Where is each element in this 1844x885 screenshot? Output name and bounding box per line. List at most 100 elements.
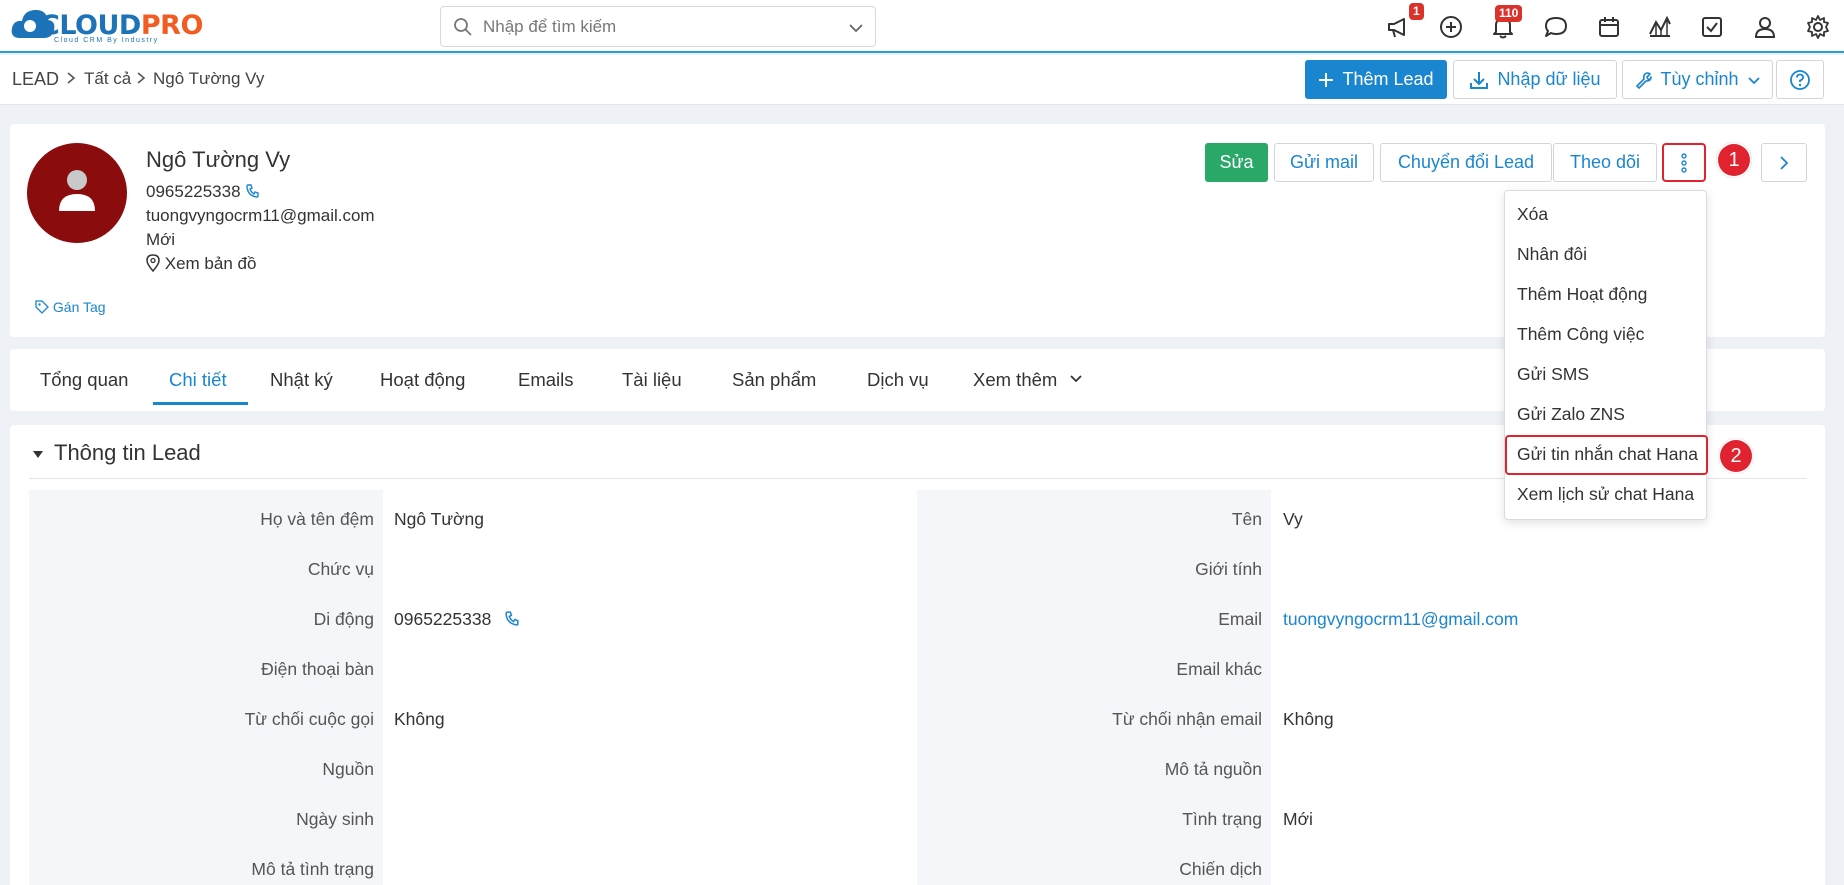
cloudpro-logo[interactable]: CLOUDPRO Cloud CRM By Industry xyxy=(10,4,203,46)
vertical-dots-icon xyxy=(1681,153,1687,173)
field-label: Họ và tên đệm xyxy=(260,509,374,529)
import-label: Nhập dữ liệu xyxy=(1497,69,1601,89)
lead-status: Mới xyxy=(146,230,176,249)
help-button[interactable] xyxy=(1776,60,1824,99)
field-value[interactable]: Mới xyxy=(1283,809,1313,830)
add-circle-icon[interactable] xyxy=(1438,14,1464,40)
chevron-right-icon xyxy=(67,72,76,84)
announce-badge: 1 xyxy=(1409,3,1424,20)
menu-item-send-hana-chat[interactable]: Gửi tin nhắn chat Hana xyxy=(1517,444,1698,465)
assign-tag-link[interactable]: Gán Tag xyxy=(35,299,106,315)
calendar-icon[interactable] xyxy=(1596,14,1622,40)
menu-item-add-activity[interactable]: Thêm Hoạt động xyxy=(1517,284,1647,305)
chat-icon[interactable] xyxy=(1543,14,1569,40)
report-chart-icon[interactable] xyxy=(1647,14,1673,40)
breadcrumb-current: Ngô Tường Vy xyxy=(153,69,265,88)
step-marker-2: 2 xyxy=(1718,438,1754,474)
chevron-right-icon xyxy=(1780,155,1789,170)
field-value[interactable]: Ngô Tường xyxy=(394,509,484,530)
field-label: Chức vụ xyxy=(307,559,374,579)
lead-phone[interactable]: 0965225338 xyxy=(146,182,241,201)
caret-down-icon[interactable] xyxy=(32,450,44,460)
breadcrumb-all[interactable]: Tất cả xyxy=(84,69,131,89)
field-label: Email xyxy=(1218,609,1262,629)
search-input[interactable]: Nhập để tìm kiếm xyxy=(483,17,616,37)
field-label: Tình trạng xyxy=(1182,809,1262,829)
customize-label: Tùy chỉnh xyxy=(1660,69,1739,89)
tab-emails[interactable]: Emails xyxy=(518,369,574,391)
menu-item-send-zalo-zns[interactable]: Gửi Zalo ZNS xyxy=(1517,404,1625,425)
breadcrumb-module[interactable]: LEAD xyxy=(12,69,59,90)
tag-icon xyxy=(35,300,49,314)
assign-tag-label: Gán Tag xyxy=(52,299,106,315)
follow-button[interactable]: Theo dõi xyxy=(1553,143,1657,182)
field-label: Nguồn xyxy=(322,759,374,779)
lead-phone-row: 0965225338 xyxy=(146,182,261,202)
field-label: Từ chối cuộc gọi xyxy=(244,709,374,729)
mobile-number: 0965225338 xyxy=(394,609,492,629)
field-label: Giới tính xyxy=(1195,559,1262,579)
field-value[interactable]: Không xyxy=(1283,709,1334,730)
field-label: Điện thoại bàn xyxy=(261,659,374,679)
view-map-label: Xem bản đồ xyxy=(164,254,257,273)
phone-icon[interactable] xyxy=(504,610,521,627)
phone-icon[interactable] xyxy=(245,183,261,199)
user-profile-icon[interactable] xyxy=(1752,14,1778,40)
field-label: Từ chối nhận email xyxy=(1112,709,1262,729)
email-link[interactable]: tuongvyngocrm11@gmail.com xyxy=(1283,609,1518,630)
menu-item-hana-chat-history[interactable]: Xem lịch sử chat Hana xyxy=(1517,484,1694,505)
download-icon xyxy=(1470,71,1489,89)
field-label: Mô tả tình trạng xyxy=(251,859,374,879)
menu-item-delete[interactable]: Xóa xyxy=(1517,204,1548,225)
customize-button[interactable]: Tùy chỉnh xyxy=(1622,60,1773,99)
tab-more-label: Xem thêm xyxy=(973,369,1058,390)
lead-email[interactable]: tuongvyngocrm11@gmail.com xyxy=(146,206,375,226)
section-title[interactable]: Thông tin Lead xyxy=(54,440,201,466)
task-check-icon[interactable] xyxy=(1699,14,1725,40)
lead-name: Ngô Tường Vy xyxy=(146,147,291,172)
gear-icon[interactable] xyxy=(1805,14,1831,40)
view-map-link[interactable]: Xem bản đồ xyxy=(146,254,256,274)
tab-log[interactable]: Nhật ký xyxy=(270,369,333,391)
convert-lead-button[interactable]: Chuyển đổi Lead xyxy=(1380,143,1552,182)
chevron-down-icon[interactable] xyxy=(847,19,865,37)
step-marker-1: 1 xyxy=(1716,142,1752,178)
map-pin-icon xyxy=(146,254,160,273)
add-lead-label: Thêm Lead xyxy=(1342,69,1434,89)
person-icon xyxy=(59,170,95,211)
more-actions-button[interactable] xyxy=(1662,143,1706,182)
active-tab-indicator xyxy=(153,402,248,405)
tab-details[interactable]: Chi tiết xyxy=(169,369,227,391)
help-icon xyxy=(1790,69,1810,90)
field-value[interactable]: Vy xyxy=(1283,509,1303,530)
field-label: Ngày sinh xyxy=(296,809,374,829)
chevron-right-icon xyxy=(137,72,146,84)
menu-item-add-task[interactable]: Thêm Công việc xyxy=(1517,324,1644,345)
logo-tagline: Cloud CRM By Industry xyxy=(54,37,159,44)
next-record-button[interactable] xyxy=(1761,143,1807,182)
tab-services[interactable]: Dịch vụ xyxy=(867,369,929,391)
mobile-value[interactable]: 0965225338 xyxy=(394,609,521,630)
add-lead-button[interactable]: Thêm Lead xyxy=(1305,60,1447,99)
chevron-down-icon xyxy=(1747,76,1760,84)
tab-activities[interactable]: Hoạt động xyxy=(380,369,465,391)
wrench-icon xyxy=(1636,71,1653,89)
edit-button[interactable]: Sửa xyxy=(1205,143,1268,182)
field-label: Chiến dịch xyxy=(1179,859,1262,879)
breadcrumb-bar: LEAD Tất cả Ngô Tường Vy Thêm Lead Nhập … xyxy=(0,55,1844,105)
avatar xyxy=(27,143,127,243)
top-navbar: CLOUDPRO Cloud CRM By Industry Nhập để t… xyxy=(0,0,1844,53)
global-search[interactable]: Nhập để tìm kiếm xyxy=(440,6,876,47)
tab-documents[interactable]: Tài liệu xyxy=(622,369,682,391)
tab-overview[interactable]: Tổng quan xyxy=(40,369,128,391)
tab-products[interactable]: Sản phẩm xyxy=(732,369,816,391)
field-value[interactable]: Không xyxy=(394,709,445,730)
menu-item-duplicate[interactable]: Nhân đôi xyxy=(1517,244,1587,265)
tab-more[interactable]: Xem thêm xyxy=(973,369,1084,391)
import-data-button[interactable]: Nhập dữ liệu xyxy=(1453,60,1617,99)
plus-icon xyxy=(1319,72,1334,87)
megaphone-icon[interactable] xyxy=(1386,14,1412,40)
more-actions-menu: Xóa Nhân đôi Thêm Hoạt động Thêm Công vi… xyxy=(1504,190,1708,520)
send-mail-button[interactable]: Gửi mail xyxy=(1274,143,1374,182)
menu-item-send-sms[interactable]: Gửi SMS xyxy=(1517,364,1589,385)
